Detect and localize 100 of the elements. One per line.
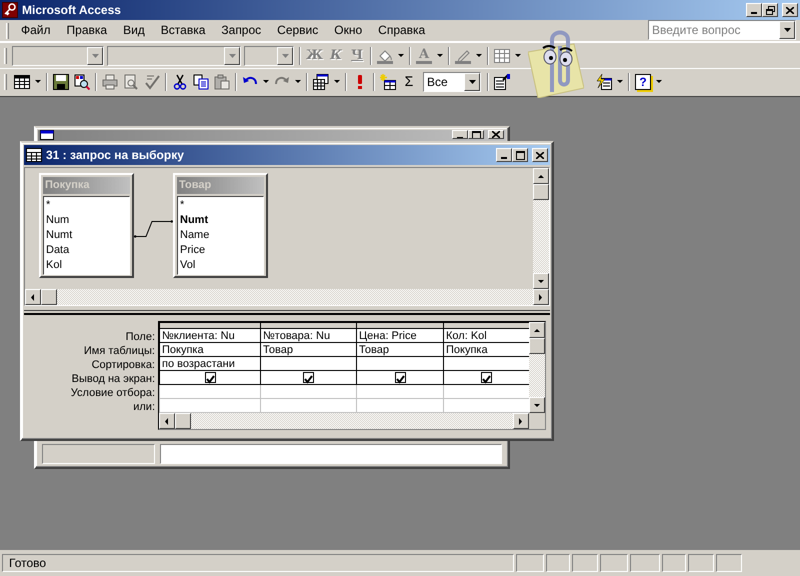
- menu-item[interactable]: Правка: [58, 21, 116, 40]
- grid-cell[interactable]: №клиента: Nu: [160, 328, 260, 342]
- caret-icon: [282, 54, 288, 58]
- field-name[interactable]: Numt: [46, 228, 127, 243]
- table-field-list[interactable]: Товар * Numt Name Price Vol: [173, 173, 268, 278]
- maximize-button[interactable]: [512, 148, 528, 162]
- help-search-field[interactable]: Введите вопрос: [648, 20, 796, 40]
- menu-item[interactable]: Вставка: [152, 21, 214, 40]
- scroll-up-button[interactable]: [529, 322, 545, 338]
- page-magnifier-icon: [123, 74, 139, 90]
- scroll-down-button[interactable]: [529, 397, 545, 413]
- top-values-combo-box[interactable]: Все: [423, 72, 481, 92]
- menu-item[interactable]: Окно: [326, 21, 370, 40]
- maximize-icon: [472, 131, 480, 138]
- scrollbar-thumb[interactable]: [41, 289, 57, 305]
- menu-item[interactable]: Файл: [13, 21, 59, 40]
- copy-pages-icon: [193, 74, 209, 90]
- arrow-left-icon: [163, 418, 171, 424]
- column-selector[interactable]: [444, 322, 529, 328]
- field-name[interactable]: Name: [180, 228, 261, 243]
- table-title: Покупка: [43, 177, 130, 194]
- grid-cell[interactable]: Товар: [356, 342, 444, 356]
- field-name[interactable]: Price: [180, 243, 261, 258]
- menu-item[interactable]: Запрос: [213, 21, 270, 40]
- properties-sheet-icon: [494, 74, 510, 90]
- show-checkbox[interactable]: [394, 372, 406, 383]
- caret-icon: [437, 54, 444, 57]
- minimize-button[interactable]: [746, 3, 762, 17]
- grid-cell[interactable]: №товара: Nu: [260, 328, 356, 342]
- grid-cell[interactable]: Покупка: [160, 342, 260, 356]
- status-panel: [630, 554, 660, 572]
- caret-icon: [617, 80, 623, 83]
- field-name[interactable]: Num: [46, 213, 127, 228]
- restore-button[interactable]: [762, 3, 778, 17]
- menu-item[interactable]: Сервис: [269, 21, 326, 40]
- menu-item[interactable]: Справка: [370, 21, 434, 40]
- table-field-list[interactable]: Покупка * Num Numt Data Kol: [39, 173, 134, 278]
- minimize-button[interactable]: [496, 148, 512, 162]
- caret-icon: [35, 80, 41, 83]
- column-selector[interactable]: [160, 322, 260, 328]
- scroll-right-button[interactable]: [533, 289, 549, 305]
- close-button[interactable]: [532, 148, 548, 162]
- pen-icon: [455, 48, 472, 64]
- pane-splitter[interactable]: [24, 310, 550, 315]
- check-mark-icon: [144, 74, 160, 90]
- field-name[interactable]: Numt: [180, 213, 261, 228]
- field-name[interactable]: Data: [46, 243, 127, 258]
- status-text: Готово: [2, 554, 514, 572]
- scroll-right-button[interactable]: [513, 413, 529, 429]
- caret-icon: [515, 54, 522, 57]
- column-selector[interactable]: [356, 322, 444, 328]
- app-title: Microsoft Access: [22, 2, 121, 18]
- dropdown-arrow-button[interactable]: [779, 21, 795, 39]
- grid-cell[interactable]: [260, 356, 356, 370]
- caret-icon: [228, 54, 236, 58]
- scroll-down-button[interactable]: [533, 273, 549, 289]
- field-name[interactable]: Vol: [180, 258, 261, 273]
- caret-icon: [476, 54, 482, 57]
- row-label: Вывод на экран:: [70, 372, 156, 386]
- status-panel: [688, 554, 714, 572]
- close-button[interactable]: [782, 3, 798, 17]
- grid-cell[interactable]: Кол: Kol: [444, 328, 529, 342]
- query-icon: [26, 148, 42, 162]
- scroll-left-button[interactable]: [159, 413, 175, 429]
- grid-cell[interactable]: Цена: Price: [356, 328, 444, 342]
- grid-cell[interactable]: [356, 356, 444, 370]
- grid-cell[interactable]: [444, 356, 529, 370]
- scrollbar-thumb[interactable]: [533, 184, 549, 200]
- document-magnifier-icon: [74, 74, 90, 90]
- database-window-icon: [40, 130, 56, 140]
- caret-icon: [295, 80, 301, 83]
- clipboard-icon: [214, 74, 230, 90]
- totals-button[interactable]: Σ: [399, 70, 419, 92]
- grid-cell[interactable]: Покупка: [444, 342, 529, 356]
- scrollbar-thumb[interactable]: [175, 413, 191, 429]
- paint-bucket-icon: [377, 48, 394, 64]
- scroll-up-button[interactable]: [533, 168, 549, 184]
- row-label: Поле:: [124, 330, 156, 344]
- window-title: 31 : запрос на выборку: [46, 148, 184, 162]
- datasheet-icon: [14, 74, 30, 90]
- grid-cell[interactable]: Товар: [260, 342, 356, 356]
- arrow-down-icon: [537, 278, 545, 284]
- menu-item[interactable]: Вид: [115, 21, 153, 40]
- show-checkbox[interactable]: [481, 372, 492, 383]
- column-selector[interactable]: [260, 322, 356, 328]
- arrow-right-icon: [517, 418, 525, 424]
- arrow-down-icon: [533, 402, 541, 408]
- show-checkbox[interactable]: [204, 372, 216, 383]
- lightning-form-icon: [596, 74, 612, 90]
- show-checkbox[interactable]: [303, 372, 314, 383]
- printer-icon: [102, 74, 118, 90]
- field-name[interactable]: Kol: [46, 258, 127, 273]
- caret-icon: [263, 80, 269, 83]
- status-panel: [600, 554, 628, 572]
- scroll-left-button[interactable]: [25, 289, 41, 305]
- grid-cell[interactable]: по возрастани: [160, 356, 260, 370]
- field-name[interactable]: *: [46, 198, 127, 213]
- scrollbar-thumb[interactable]: [529, 338, 545, 354]
- field-name[interactable]: *: [180, 198, 261, 213]
- arrow-up-icon: [537, 172, 545, 180]
